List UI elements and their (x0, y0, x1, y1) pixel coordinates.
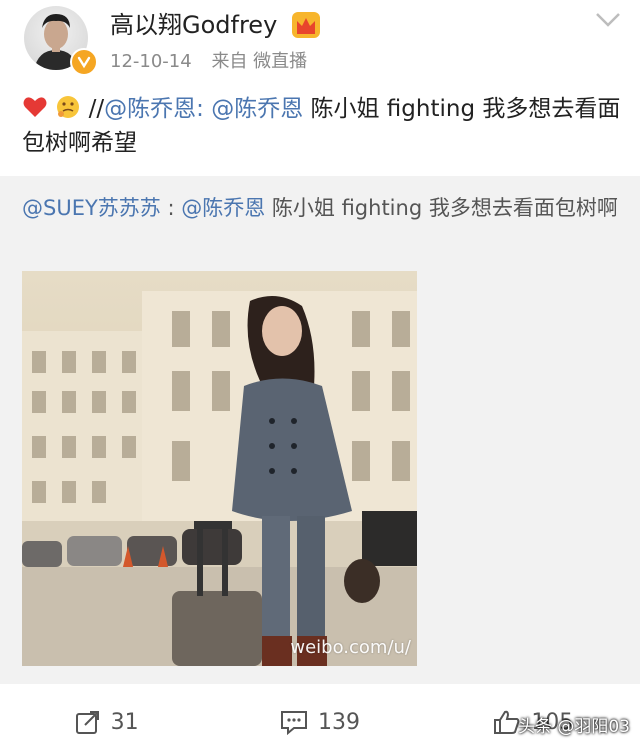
repost-container[interactable]: @SUEY苏苏苏 : @陈乔恩 陈小姐 fighting 我多想去看面包树啊 w… (0, 176, 640, 684)
repost-button[interactable]: 31 (0, 697, 213, 747)
verified-badge-icon (70, 48, 98, 76)
toutiao-credit-watermark: 头条 @羽阳03 (517, 717, 630, 737)
image-watermark: weibo.com/u/ (290, 637, 411, 658)
post-header: 高以翔Godfrey 12-10-14 来自 微直播 (0, 0, 640, 90)
chevron-down-icon[interactable] (594, 10, 622, 30)
repost-body: 陈小姐 fighting 我多想去看面包树啊 (265, 196, 618, 220)
post-meta: 12-10-14 来自 微直播 (110, 50, 321, 74)
post-source[interactable]: 来自 微直播 (211, 51, 307, 72)
post-date: 12-10-14 (110, 51, 192, 72)
mention-link[interactable]: @陈乔恩: (104, 96, 204, 122)
post-text: //@陈乔恩: @陈乔恩 陈小姐 fighting 我多想去看面包树啊希望 (22, 92, 622, 160)
crown-icon[interactable] (292, 12, 320, 38)
repost-separator: : (160, 196, 182, 220)
mention-link[interactable]: @陈乔恩 (181, 196, 265, 220)
repost-text: @SUEY苏苏苏 : @陈乔恩 陈小姐 fighting 我多想去看面包树啊 (22, 192, 622, 224)
thinking-emoji-icon (57, 96, 80, 118)
share-icon (75, 711, 99, 734)
mention-link[interactable]: @陈乔恩 (211, 96, 303, 122)
author-name[interactable]: 高以翔Godfrey (110, 10, 277, 40)
heart-emoji-icon (23, 97, 47, 117)
repost-prefix: // (88, 96, 105, 122)
mention-link[interactable]: @SUEY苏苏苏 (22, 196, 161, 220)
comment-count: 139 (317, 709, 360, 735)
repost-count: 31 (110, 709, 139, 735)
comment-icon (280, 711, 307, 735)
comment-button[interactable]: 139 (213, 697, 426, 747)
post-image[interactable]: weibo.com/u/ (22, 271, 417, 666)
